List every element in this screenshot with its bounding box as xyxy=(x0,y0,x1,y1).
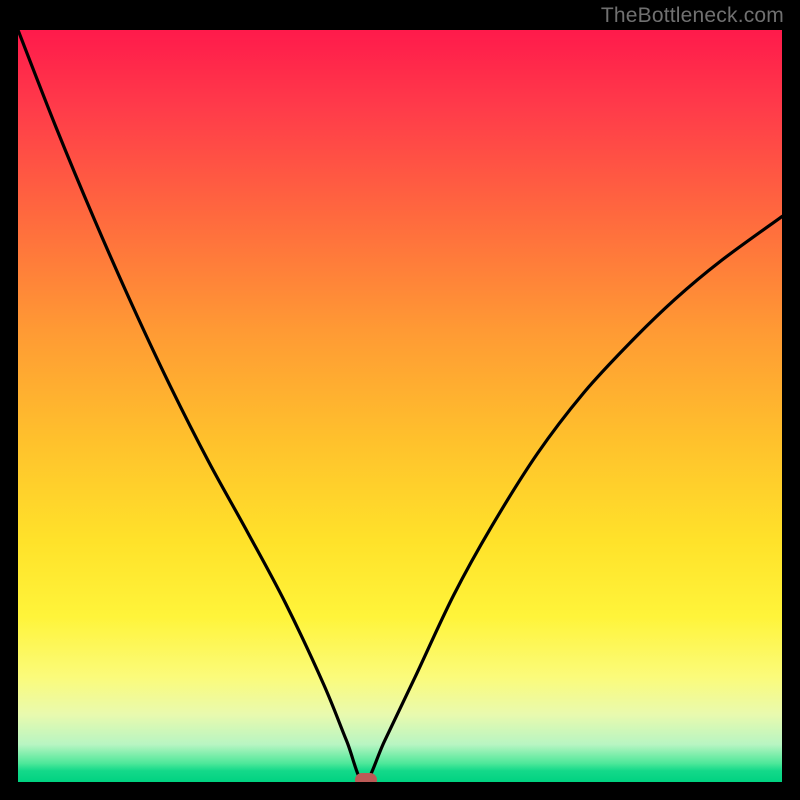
optimal-point-marker xyxy=(355,773,377,782)
plot-area xyxy=(18,30,782,782)
bottleneck-curve xyxy=(18,30,782,782)
chart-frame: TheBottleneck.com xyxy=(0,0,800,800)
plot-outer xyxy=(18,30,782,782)
watermark-text: TheBottleneck.com xyxy=(601,4,784,28)
